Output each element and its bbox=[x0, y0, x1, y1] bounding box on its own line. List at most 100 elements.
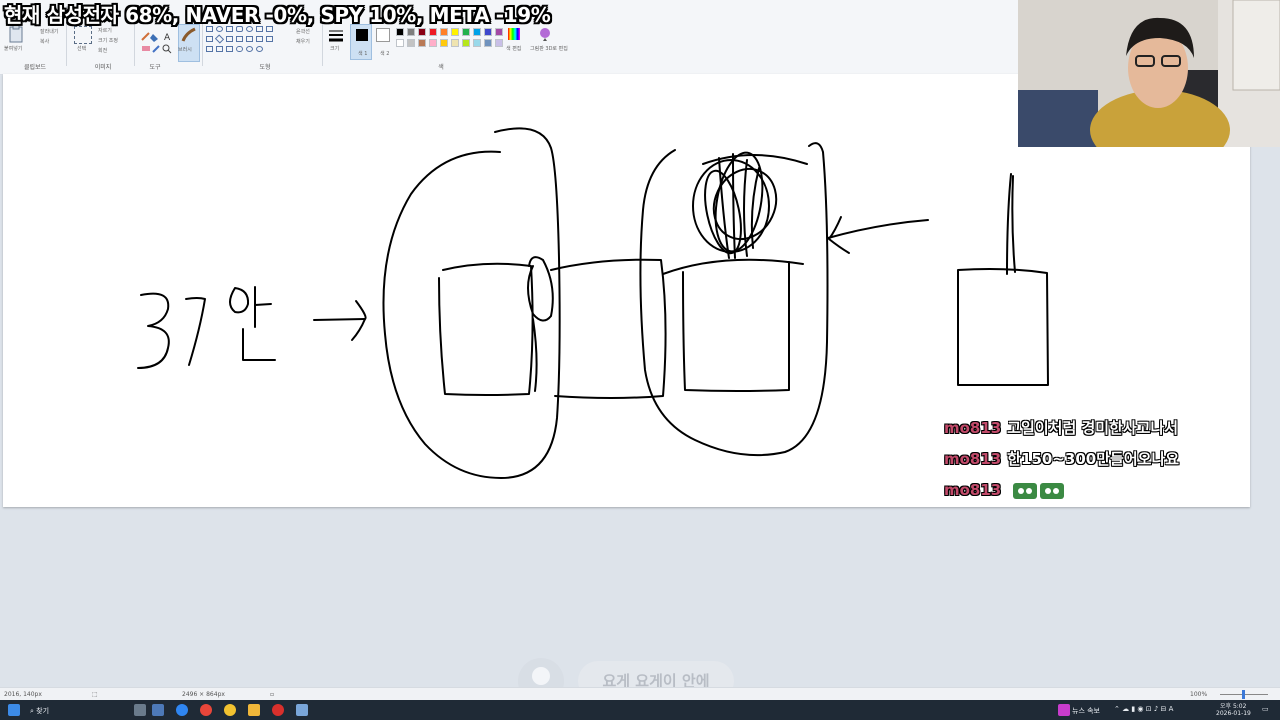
paste-label: 붙여넣기 bbox=[4, 46, 23, 52]
shapes-gallery[interactable] bbox=[206, 26, 286, 56]
callout-shape-icon[interactable] bbox=[236, 46, 243, 52]
app-icon[interactable] bbox=[224, 704, 236, 716]
left-square-drawing bbox=[438, 262, 534, 396]
streamer-video bbox=[1018, 0, 1280, 147]
star-shape-icon[interactable] bbox=[206, 46, 213, 52]
color-swatch[interactable] bbox=[484, 39, 492, 47]
color-swatch[interactable] bbox=[429, 39, 437, 47]
outline-button[interactable]: 윤곽선 bbox=[296, 28, 310, 35]
paint3d-button[interactable] bbox=[538, 26, 552, 41]
color-swatch[interactable] bbox=[407, 39, 415, 47]
status-bar: 2016, 140px ⬚ 2496 × 864px ▫ 100% bbox=[0, 687, 1280, 701]
color-swatch[interactable] bbox=[451, 39, 459, 47]
diamond-shape-icon[interactable] bbox=[214, 34, 225, 44]
color2-label: 색 2 bbox=[380, 51, 390, 57]
paint-icon[interactable] bbox=[296, 704, 308, 716]
hexagon-shape-icon[interactable] bbox=[236, 36, 243, 42]
star5-shape-icon[interactable] bbox=[216, 46, 223, 52]
color-picker-icon[interactable] bbox=[152, 45, 160, 53]
arrow-up-shape-icon[interactable] bbox=[266, 36, 273, 42]
notification-icon[interactable]: ▭ bbox=[1262, 705, 1269, 713]
svg-text:A: A bbox=[164, 33, 171, 43]
news-label[interactable]: 뉴스 속보 bbox=[1072, 706, 1100, 716]
edge-icon[interactable] bbox=[176, 704, 188, 716]
arrow-left-shape-icon[interactable] bbox=[256, 36, 263, 42]
resize-button[interactable]: 크기 조정 bbox=[98, 37, 118, 44]
color-swatch[interactable] bbox=[495, 28, 503, 36]
brushes-label: 브러시 bbox=[178, 47, 192, 53]
size-button[interactable] bbox=[328, 28, 344, 42]
edit-colors-label: 색 편집 bbox=[506, 46, 522, 52]
windows-start-icon[interactable] bbox=[8, 704, 20, 716]
stock-ticker: 현재 삼성전자 68%, NAVER -0%, SPY 10%, META -1… bbox=[4, 3, 551, 27]
handwriting-37man bbox=[137, 286, 276, 369]
star6-shape-icon[interactable] bbox=[226, 46, 233, 52]
select-button[interactable] bbox=[74, 26, 92, 44]
group-clipboard-label: 클립보드 bbox=[23, 64, 47, 71]
color-swatch[interactable] bbox=[396, 39, 404, 47]
app-icon[interactable] bbox=[152, 704, 164, 716]
pencil-icon[interactable] bbox=[141, 32, 150, 41]
color-swatch[interactable] bbox=[407, 28, 415, 36]
color-swatch[interactable] bbox=[429, 28, 437, 36]
selection-icon: ⬚ bbox=[92, 691, 98, 698]
pentagon-shape-icon[interactable] bbox=[226, 36, 233, 42]
chat-text: 고일이처럼 경미한사고나서 bbox=[1007, 419, 1179, 437]
color-swatch[interactable] bbox=[440, 28, 448, 36]
right-square-drawing bbox=[682, 261, 791, 392]
middle-connector-drawing bbox=[550, 258, 667, 399]
group-tools-label: 도구 bbox=[149, 64, 161, 71]
text-icon[interactable]: A bbox=[164, 33, 171, 43]
app-icon[interactable] bbox=[134, 704, 146, 716]
fill-bucket-icon[interactable] bbox=[150, 34, 158, 42]
chat-text: 한150~300만들어오나요 bbox=[1007, 450, 1180, 468]
color-swatch[interactable] bbox=[451, 28, 459, 36]
tools-group: A bbox=[140, 30, 174, 60]
cut-button[interactable]: 잘라내기 bbox=[40, 28, 58, 35]
color-swatch[interactable] bbox=[418, 39, 426, 47]
color2-button[interactable] bbox=[376, 28, 390, 42]
color-swatch[interactable] bbox=[473, 28, 481, 36]
brush-icon bbox=[181, 27, 196, 42]
crop-button[interactable]: 자르기 bbox=[98, 27, 112, 34]
edit-colors-button[interactable] bbox=[508, 28, 520, 40]
obs-icon[interactable] bbox=[272, 704, 284, 716]
stick-drawing bbox=[1006, 173, 1016, 275]
color-swatch[interactable] bbox=[396, 28, 404, 36]
canvas-size: 2496 × 864px bbox=[182, 691, 225, 698]
fill-button[interactable]: 채우기 bbox=[296, 38, 310, 45]
news-icon[interactable] bbox=[1058, 704, 1070, 716]
arrow-right-drawing bbox=[313, 300, 367, 341]
scribble-drawing bbox=[692, 151, 778, 259]
tray-icons[interactable]: ⌃ ☁ ▮ ◉ ⊡ ♪ ⊟ A bbox=[1114, 705, 1173, 713]
copy-button[interactable]: 복사 bbox=[40, 38, 49, 45]
right-triangle-shape-icon[interactable] bbox=[206, 36, 213, 42]
oval-callout-shape-icon[interactable] bbox=[246, 46, 253, 52]
zoom-slider-handle[interactable] bbox=[1242, 690, 1245, 699]
group-shapes-label: 도형 bbox=[259, 64, 271, 71]
color-swatch[interactable] bbox=[495, 39, 503, 47]
color-swatch[interactable] bbox=[484, 28, 492, 36]
zoom-slider[interactable] bbox=[1220, 690, 1268, 699]
color-palette[interactable] bbox=[396, 28, 506, 52]
color-swatch[interactable] bbox=[462, 39, 470, 47]
color-swatch[interactable] bbox=[473, 39, 481, 47]
chrome-icon[interactable] bbox=[200, 704, 212, 716]
file-explorer-icon[interactable] bbox=[248, 704, 260, 716]
arrow-shape-icon[interactable] bbox=[246, 36, 253, 42]
taskbar: ⌕ 찾기 뉴스 속보 ⌃ ☁ ▮ ◉ ⊡ ♪ ⊟ A 오후 5:02 2026-… bbox=[0, 700, 1280, 720]
color-swatch[interactable] bbox=[462, 28, 470, 36]
search-box[interactable]: ⌕ 찾기 bbox=[30, 706, 49, 716]
color-swatch[interactable] bbox=[440, 39, 448, 47]
brushes-button[interactable] bbox=[178, 24, 200, 62]
webcam-overlay bbox=[1018, 0, 1280, 147]
rotate-button[interactable]: 회전 bbox=[98, 47, 107, 54]
cloud-callout-shape-icon[interactable] bbox=[256, 46, 263, 52]
magnifier-icon[interactable] bbox=[162, 44, 172, 54]
size-label: 크기 bbox=[330, 46, 340, 52]
clock-time[interactable]: 오후 5:02 bbox=[1220, 701, 1246, 710]
clock-date[interactable]: 2026-01-19 bbox=[1216, 710, 1251, 717]
color1-swatch bbox=[356, 29, 368, 41]
eraser-icon[interactable] bbox=[142, 46, 150, 51]
color-swatch[interactable] bbox=[418, 28, 426, 36]
